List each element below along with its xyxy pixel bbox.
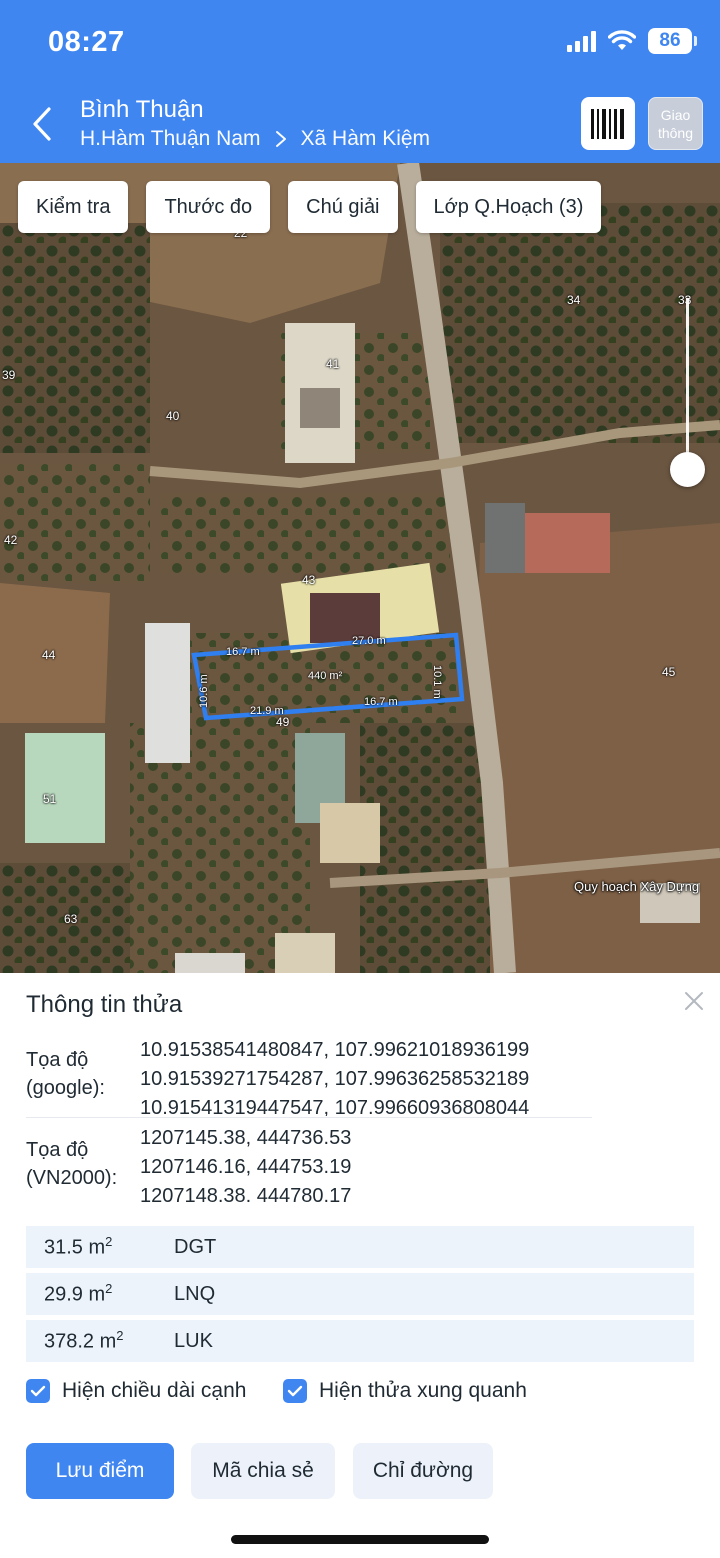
checkmark-icon [30, 1385, 46, 1397]
land-use-row: 29.9 m2 LNQ [26, 1273, 694, 1315]
back-button[interactable] [24, 102, 60, 146]
land-use-code: LNQ [174, 1282, 216, 1305]
share-code-button[interactable]: Mã chia sẻ [191, 1443, 335, 1499]
checkbox-label: Hiện thửa xung quanh [319, 1379, 527, 1402]
barcode-icon [591, 108, 624, 139]
status-icons: 86 [567, 28, 697, 54]
show-edge-lengths-toggle[interactable]: Hiện chiều dài cạnh [26, 1379, 246, 1403]
home-indicator[interactable] [231, 1535, 489, 1544]
wifi-icon [608, 30, 636, 50]
coord-value: 10.91541319447547, 107.99660936808044 [140, 1097, 530, 1116]
land-use-code: LUK [174, 1329, 213, 1352]
coord-value: 1207145.38, 444736.53 [140, 1127, 352, 1149]
parcel-number: 42 [4, 533, 18, 547]
cellular-signal-icon [567, 30, 596, 52]
breadcrumb: H.Hàm Thuận Nam Xã Hàm Kiệm [80, 127, 430, 151]
app-header: 08:27 86 Bình Thuận H.Hàm Thuận Nam Xã H… [0, 0, 720, 163]
google-coord-list[interactable]: 10.91538541480847, 107.99621018936199 10… [140, 1036, 592, 1116]
land-use-area: 29.9 m2 [44, 1281, 113, 1306]
panel-title: Thông tin thửa [26, 991, 183, 1018]
land-use-code: DGT [174, 1235, 217, 1258]
breadcrumb-commune[interactable]: Xã Hàm Kiệm [301, 127, 431, 151]
checkbox-checked[interactable] [26, 1379, 50, 1403]
save-point-button[interactable]: Lưu điểm [26, 1443, 174, 1499]
satellite-map[interactable]: 22 34 33 39 41 40 42 43 44 45 49 51 63 1… [0, 163, 720, 973]
parcel-number: 33 [678, 293, 692, 307]
coord-value: 10.91539271754287, 107.99636258532189 [140, 1068, 530, 1090]
coord-value: 1207146.16, 444753.19 [140, 1156, 352, 1178]
parcel-number: 40 [166, 409, 180, 423]
status-time: 08:27 [48, 26, 125, 58]
edge-length-label: 16.7 m [226, 646, 260, 658]
chevron-left-icon [33, 107, 51, 141]
vn2000-coord-list[interactable]: 1207145.38, 444736.53 1207146.16, 444753… [140, 1124, 592, 1202]
slider-handle[interactable] [670, 452, 705, 487]
checkbox-checked[interactable] [283, 1379, 307, 1403]
parcel-number: 63 [64, 912, 78, 926]
parcel-number: 41 [326, 357, 340, 371]
edge-length-label: 21.9 m [250, 705, 284, 717]
edge-length-label: 10.6 m [198, 674, 210, 708]
land-use-area: 31.5 m2 [44, 1234, 113, 1259]
parcel-info-panel: Thông tin thửa Tọa độ (google): 10.91538… [0, 973, 720, 1558]
parcel-number: 51 [43, 792, 57, 806]
barcode-button[interactable] [581, 97, 635, 150]
map-toolbar: Kiểm tra Thước đo Chú giải Lớp Q.Hoạch (… [18, 181, 602, 233]
checkbox-label: Hiện chiều dài cạnh [62, 1379, 247, 1402]
edge-length-label: 16.7 m [364, 696, 398, 708]
divider [26, 1117, 592, 1118]
check-button[interactable]: Kiểm tra [18, 181, 129, 233]
province-title: Bình Thuận [80, 96, 204, 123]
parcel-number: 43 [302, 573, 316, 587]
vn2000-coord-label: Tọa độ (VN2000): [26, 1139, 118, 1189]
legend-button[interactable]: Chú giải [288, 181, 398, 233]
close-icon [685, 992, 703, 1010]
battery-icon: 86 [648, 28, 697, 54]
coord-value: 10.91538541480847, 107.99621018936199 [140, 1039, 530, 1061]
planning-zone-label: Quy hoạch Xây Dựng [574, 879, 700, 894]
parcel-number: 49 [276, 715, 290, 729]
coord-value: 1207148.38, 444780.17 [140, 1185, 352, 1202]
land-use-row: 31.5 m2 DGT [26, 1226, 694, 1268]
parcel-area-label: 440 m² [308, 670, 343, 682]
measure-button[interactable]: Thước đo [146, 181, 271, 233]
checkmark-icon [287, 1385, 303, 1397]
land-use-area: 378.2 m2 [44, 1328, 124, 1353]
directions-button[interactable]: Chỉ đường [353, 1443, 493, 1499]
parcel-number: 44 [42, 648, 56, 662]
satellite-imagery [0, 163, 720, 973]
show-neighbors-toggle[interactable]: Hiện thửa xung quanh [283, 1379, 527, 1403]
parcel-number: 34 [567, 293, 581, 307]
traffic-toggle-button[interactable]: Giao thông [648, 97, 703, 150]
chevron-right-icon [275, 131, 286, 147]
close-button[interactable] [680, 987, 708, 1015]
google-coord-label: Tọa độ (google): [26, 1049, 105, 1099]
layer-opacity-slider[interactable] [686, 298, 689, 470]
parcel-number: 45 [662, 665, 676, 679]
parcel-number: 39 [2, 368, 16, 382]
edge-length-label: 27.0 m [352, 635, 386, 647]
edge-length-label: 10.1 m [431, 665, 443, 699]
breadcrumb-district[interactable]: H.Hàm Thuận Nam [80, 127, 261, 151]
land-use-row: 378.2 m2 LUK [26, 1320, 694, 1362]
planning-layer-button[interactable]: Lớp Q.Hoạch (3) [415, 181, 602, 233]
